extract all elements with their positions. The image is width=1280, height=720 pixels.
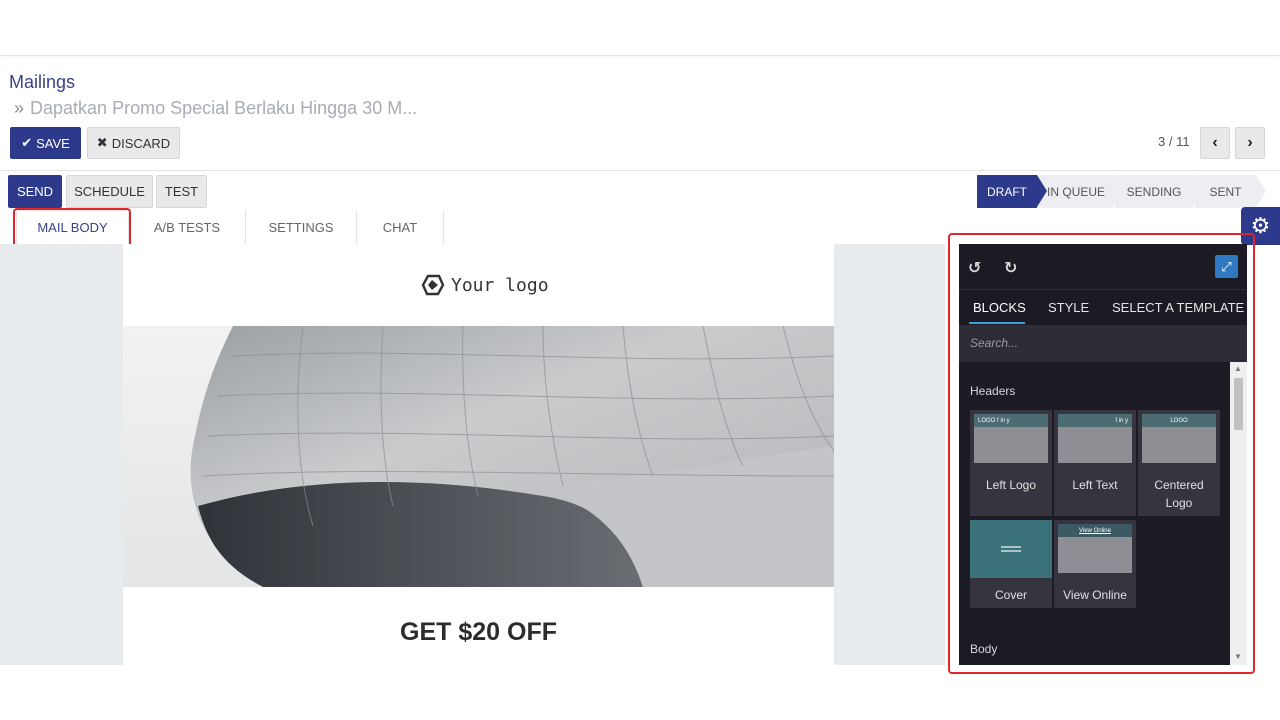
- panel-scrollbar[interactable]: ▲ ▼: [1230, 362, 1247, 665]
- block-thumbnail: LOGO: [1142, 414, 1216, 463]
- status-sending[interactable]: SENDING: [1115, 175, 1203, 208]
- block-cover[interactable]: Cover: [970, 520, 1052, 608]
- breadcrumb-current-label: Dapatkan Promo Special Berlaku Hingga 30…: [30, 98, 418, 118]
- thumb-bar: LOGO f in y: [974, 414, 1048, 427]
- logo-icon: [421, 274, 445, 296]
- block-view-online[interactable]: View Online View Online: [1054, 520, 1136, 608]
- tab-chat[interactable]: CHAT: [357, 210, 444, 244]
- scroll-up-icon[interactable]: ▲: [1234, 364, 1242, 373]
- thumb-image: [1142, 427, 1216, 463]
- save-button[interactable]: ✔ SAVE: [10, 127, 81, 159]
- panel-header: ↺ ↻ ⤢: [959, 244, 1247, 289]
- cover-thumb: [970, 520, 1052, 578]
- undo-icon[interactable]: ↺: [968, 258, 981, 278]
- status-in-queue[interactable]: IN QUEUE: [1039, 175, 1123, 208]
- thumb-bar: f in y: [1058, 414, 1132, 427]
- thumb-image: [974, 427, 1048, 463]
- thumb-bar: View Online: [1058, 524, 1132, 537]
- test-button[interactable]: TEST: [156, 175, 207, 208]
- block-thumbnail: LOGO f in y: [974, 414, 1048, 463]
- breadcrumb-mailings[interactable]: Mailings: [9, 72, 75, 93]
- cover-lines-icon: [1001, 546, 1021, 552]
- block-label: Cover: [994, 588, 1027, 602]
- redo-icon[interactable]: ↻: [1004, 258, 1017, 278]
- scroll-thumb[interactable]: [1234, 378, 1243, 430]
- tab-style[interactable]: STYLE: [1048, 300, 1089, 315]
- tab-select-template[interactable]: SELECT A TEMPLATE: [1112, 300, 1244, 315]
- discard-button[interactable]: ✖ DISCARD: [87, 127, 180, 159]
- tab-blocks[interactable]: BLOCKS: [973, 300, 1026, 315]
- breadcrumb-separator-icon: »: [14, 98, 25, 118]
- thumb-image: [1058, 427, 1132, 463]
- discard-label: DISCARD: [111, 135, 171, 151]
- block-left-text[interactable]: f in y Left Text: [1054, 410, 1136, 516]
- status-draft[interactable]: DRAFT: [977, 175, 1047, 208]
- block-left-logo[interactable]: LOGO f in y Left Logo: [970, 410, 1052, 516]
- section-body: Body: [970, 642, 998, 656]
- prev-record-button[interactable]: ‹: [1200, 127, 1230, 159]
- top-navbar: [0, 0, 1280, 56]
- block-thumbnail: View Online: [1058, 524, 1132, 573]
- active-tab-underline: [969, 322, 1025, 324]
- header-divider: [0, 170, 1280, 171]
- mail-headline[interactable]: GET $20 OFF: [123, 618, 834, 647]
- mail-preview[interactable]: Your logo GET $20 OFF: [123, 244, 834, 665]
- chevron-right-icon: ›: [1247, 134, 1253, 151]
- status-sent[interactable]: SENT: [1195, 175, 1266, 208]
- snippet-search-input[interactable]: Search...: [959, 325, 1247, 362]
- breadcrumb-current: » Dapatkan Promo Special Berlaku Hingga 3…: [14, 98, 417, 119]
- snippet-panel: ↺ ↻ ⤢ BLOCKS STYLE SELECT A TEMPLATE Sea…: [959, 244, 1247, 665]
- thumb-bar: LOGO: [1142, 414, 1216, 427]
- save-label: SAVE: [36, 135, 70, 151]
- block-centered-logo[interactable]: LOGO Centered Logo: [1138, 410, 1220, 516]
- building-image: [123, 326, 834, 587]
- scroll-down-icon[interactable]: ▼: [1234, 652, 1242, 661]
- block-thumbnail: f in y: [1058, 414, 1132, 463]
- section-headers: Headers: [970, 384, 1016, 398]
- mail-subtext-cut: [278, 662, 678, 665]
- logo-text: Your logo: [451, 274, 549, 296]
- next-record-button[interactable]: ›: [1235, 127, 1265, 159]
- block-label: Centered Logo: [1154, 478, 1204, 510]
- x-icon: ✖: [96, 135, 108, 150]
- pager-value: 3 / 11: [1158, 134, 1190, 149]
- block-thumbnail: [970, 520, 1052, 578]
- tab-settings[interactable]: SETTINGS: [246, 210, 357, 244]
- expand-icon[interactable]: ⤢: [1215, 255, 1238, 278]
- tab-ab-tests[interactable]: A/B TESTS: [129, 210, 246, 244]
- schedule-button[interactable]: SCHEDULE: [66, 175, 153, 208]
- chevron-left-icon: ‹: [1212, 134, 1218, 151]
- thumb-image: [1058, 537, 1132, 573]
- send-button[interactable]: SEND: [8, 175, 62, 208]
- check-icon: ✔: [21, 135, 33, 150]
- block-label: View Online: [1063, 588, 1127, 602]
- mail-logo[interactable]: Your logo: [419, 273, 549, 297]
- status-bar: DRAFT IN QUEUE SENDING SENT: [977, 175, 1266, 208]
- panel-tabs: BLOCKS STYLE SELECT A TEMPLATE: [959, 289, 1247, 325]
- block-label: Left Text: [1072, 478, 1118, 492]
- block-label: Left Logo: [985, 478, 1037, 492]
- hero-image[interactable]: [123, 326, 834, 587]
